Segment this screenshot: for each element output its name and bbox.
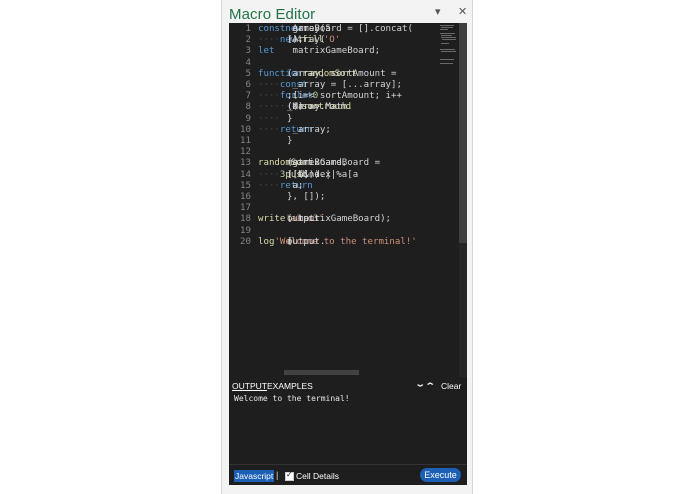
output-text: Welcome to the terminal!: [234, 394, 350, 403]
code-text: const gameBoard = [].concat(new Array(5: [258, 24, 413, 34]
language-selector[interactable]: Javascript: [234, 470, 275, 482]
horizontal-scrollbar-thumb[interactable]: [284, 370, 359, 375]
line-number: 1: [245, 24, 251, 34]
line-number: 19: [240, 225, 251, 236]
line-number: 18: [240, 214, 251, 225]
line-number: 3: [245, 46, 251, 57]
code-editor[interactable]: 1 const gameBoard = [].concat(new Array(5…: [229, 23, 467, 377]
expand-chevron-icon[interactable]: ⌃: [425, 382, 436, 391]
code-text: ····return _array;: [258, 124, 331, 135]
line-number: 11: [240, 136, 251, 146]
tab-output[interactable]: OUTPUT: [232, 381, 267, 391]
dropdown-icon[interactable]: ▾: [435, 5, 441, 19]
line-number: 8: [245, 102, 251, 113]
clear-button[interactable]: Clear: [441, 381, 461, 391]
code-text: ········ _array. sort(() => Math. round (Ma: [258, 102, 353, 113]
cell-details-label: Cell Details: [296, 471, 339, 481]
code-text: ····for (let i = 0; i < sortAmount; i++: [258, 91, 402, 102]
output-pane: OUTPUT EXAMPLES ⌄ ⌃ Clear Welcome to the…: [229, 377, 467, 485]
line-number: 2: [245, 35, 251, 46]
line-number: 16: [240, 192, 251, 202]
code-text: output. write('a1:c3', matrixGameBoard);: [258, 214, 392, 225]
line-number: 10: [240, 124, 251, 135]
code-text: ····}: [258, 113, 293, 124]
code-text: ···· (!(index % 3) && a. push ([b])) || a[a: [258, 169, 359, 180]
checkmark-icon: ✓: [286, 470, 293, 479]
code-text: ····const _array = [...array];: [258, 80, 402, 90]
line-number: 7: [245, 91, 251, 102]
macro-editor-panel: Macro Editor ▾ ✕ 1 const gameBoard = [].c…: [221, 0, 473, 494]
code-text: let matrixGameBoard;: [258, 46, 381, 57]
line-number: 17: [240, 203, 251, 214]
line-number: 5: [245, 68, 251, 79]
code-text: output. log('Welcome to the terminal!'): [258, 236, 417, 247]
line-number: 6: [245, 80, 251, 90]
tab-examples[interactable]: EXAMPLES: [267, 381, 313, 391]
line-number: 13: [240, 158, 251, 169]
line-number: 14: [240, 169, 251, 180]
panel-title: Macro Editor: [229, 6, 316, 23]
minimap[interactable]: [438, 23, 458, 377]
execute-button[interactable]: Execute: [420, 468, 461, 482]
line-number: 4: [245, 57, 251, 68]
line-number: 12: [240, 147, 251, 158]
code-text: ····return a;: [258, 180, 313, 191]
line-number: 20: [240, 236, 251, 247]
code-text: matrixGameBoard = randomSort (gameBoard,: [258, 158, 386, 169]
cell-details-checkbox[interactable]: ✓: [285, 470, 294, 481]
line-number: 9: [245, 113, 251, 124]
code-text: function randomSort (array, sortAmount =: [258, 68, 397, 79]
vertical-scrollbar-thumb[interactable]: [459, 23, 467, 243]
footer-divider: [229, 464, 467, 465]
line-number: 15: [240, 180, 251, 191]
footer-separator: |: [276, 470, 279, 480]
close-icon[interactable]: ✕: [458, 5, 467, 19]
code-text: ····new Array(4). fill('O'));: [258, 35, 341, 46]
